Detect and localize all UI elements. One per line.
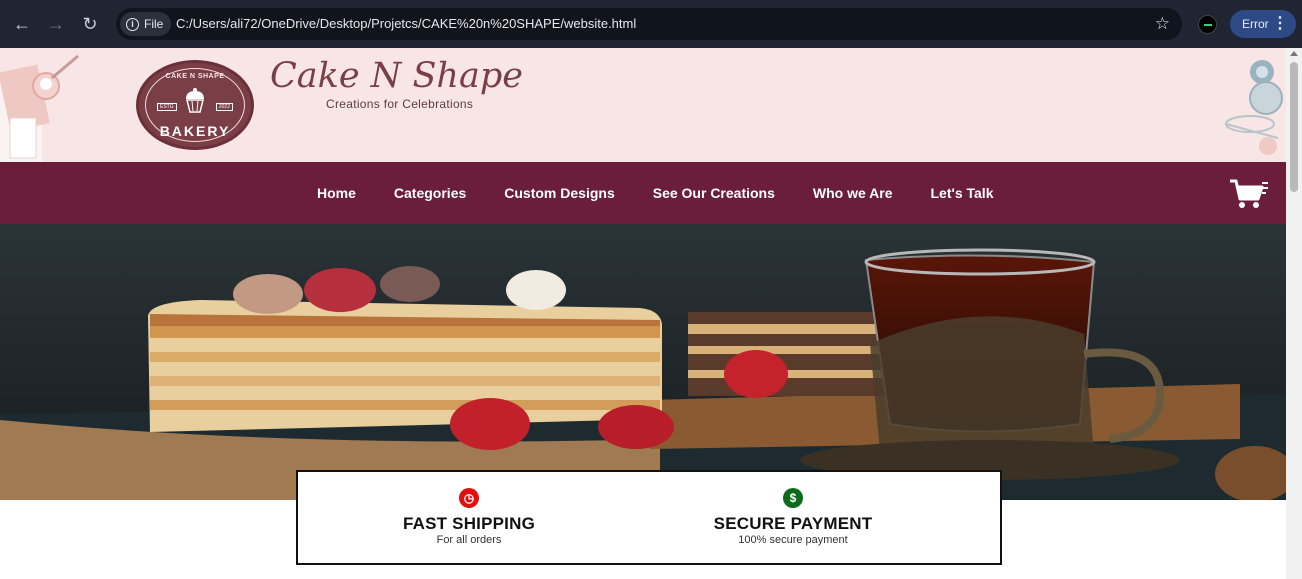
hero-image	[0, 224, 1286, 500]
feature-subtitle: For all orders	[436, 534, 502, 546]
features-box: ◷ FAST SHIPPING For all orders $ SECURE …	[296, 470, 1002, 565]
kitchen-utensils-decoration	[1225, 60, 1283, 155]
error-label: Error	[1242, 17, 1269, 31]
feature-secure-payment: $ SECURE PAYMENT 100% secure payment	[673, 472, 913, 567]
url-text[interactable]: C:/Users/ali72/OneDrive/Desktop/Projetcs…	[176, 8, 636, 40]
feature-subtitle: 100% secure payment	[738, 534, 848, 546]
main-navigation: Home Categories Custom Designs See Our C…	[0, 162, 1286, 224]
back-icon[interactable]: ←	[10, 12, 34, 36]
scroll-up-icon[interactable]	[1290, 51, 1298, 56]
baking-tools-decoration	[0, 54, 79, 162]
site-info-chip[interactable]: i File	[120, 12, 172, 36]
nav-categories[interactable]: Categories	[394, 185, 466, 201]
cart-icon[interactable]	[1228, 177, 1270, 209]
logo-top-text: CAKE N SHAPE	[165, 73, 225, 80]
feature-fast-shipping: ◷ FAST SHIPPING For all orders	[349, 472, 589, 567]
dollar-icon: $	[783, 488, 803, 508]
logo-estg: ESTG	[157, 103, 177, 111]
logo-year: 2022	[215, 103, 233, 111]
feature-title: FAST SHIPPING	[402, 514, 535, 533]
address-bar[interactable]: i File C:/Users/ali72/OneDrive/Desktop/P…	[116, 8, 1182, 40]
bakery-logo[interactable]: CAKE N SHAPE ESTG 2022 BAKERY	[136, 60, 254, 150]
reload-icon[interactable]: ↻	[78, 12, 102, 36]
forward-icon[interactable]: →	[44, 12, 68, 36]
nav-menu: Home Categories Custom Designs See Our C…	[317, 162, 993, 224]
site-tagline: Creations for Celebrations	[326, 97, 474, 111]
logo-bottom-text: BAKERY	[159, 123, 231, 139]
bookmark-star-icon[interactable]: ☆	[1155, 8, 1170, 40]
page-scrollbar[interactable]	[1286, 48, 1302, 579]
error-button[interactable]: Error ⋮	[1230, 10, 1296, 38]
more-menu-icon[interactable]: ⋮	[1272, 10, 1288, 38]
site-title: Cake N Shape	[270, 56, 523, 96]
site-header: CAKE N SHAPE ESTG 2022 BAKERY Cake N Sha…	[0, 48, 1286, 162]
nav-who-we-are[interactable]: Who we Are	[813, 185, 893, 201]
cupcake-icon	[186, 88, 204, 113]
scrollbar-thumb[interactable]	[1290, 62, 1298, 192]
file-label: File	[144, 17, 164, 31]
browser-toolbar: ← → ↻ i File C:/Users/ali72/OneDrive/Des…	[0, 0, 1302, 48]
nav-see-our-creations[interactable]: See Our Creations	[653, 185, 775, 201]
nav-home[interactable]: Home	[317, 185, 356, 201]
cake-and-tea-photo	[0, 224, 1286, 500]
feature-title: SECURE PAYMENT	[713, 514, 873, 533]
info-icon: i	[126, 17, 139, 31]
nav-lets-talk[interactable]: Let's Talk	[931, 185, 994, 201]
clock-icon: ◷	[459, 488, 479, 508]
extension-icon[interactable]	[1198, 15, 1217, 34]
nav-custom-designs[interactable]: Custom Designs	[504, 185, 614, 201]
